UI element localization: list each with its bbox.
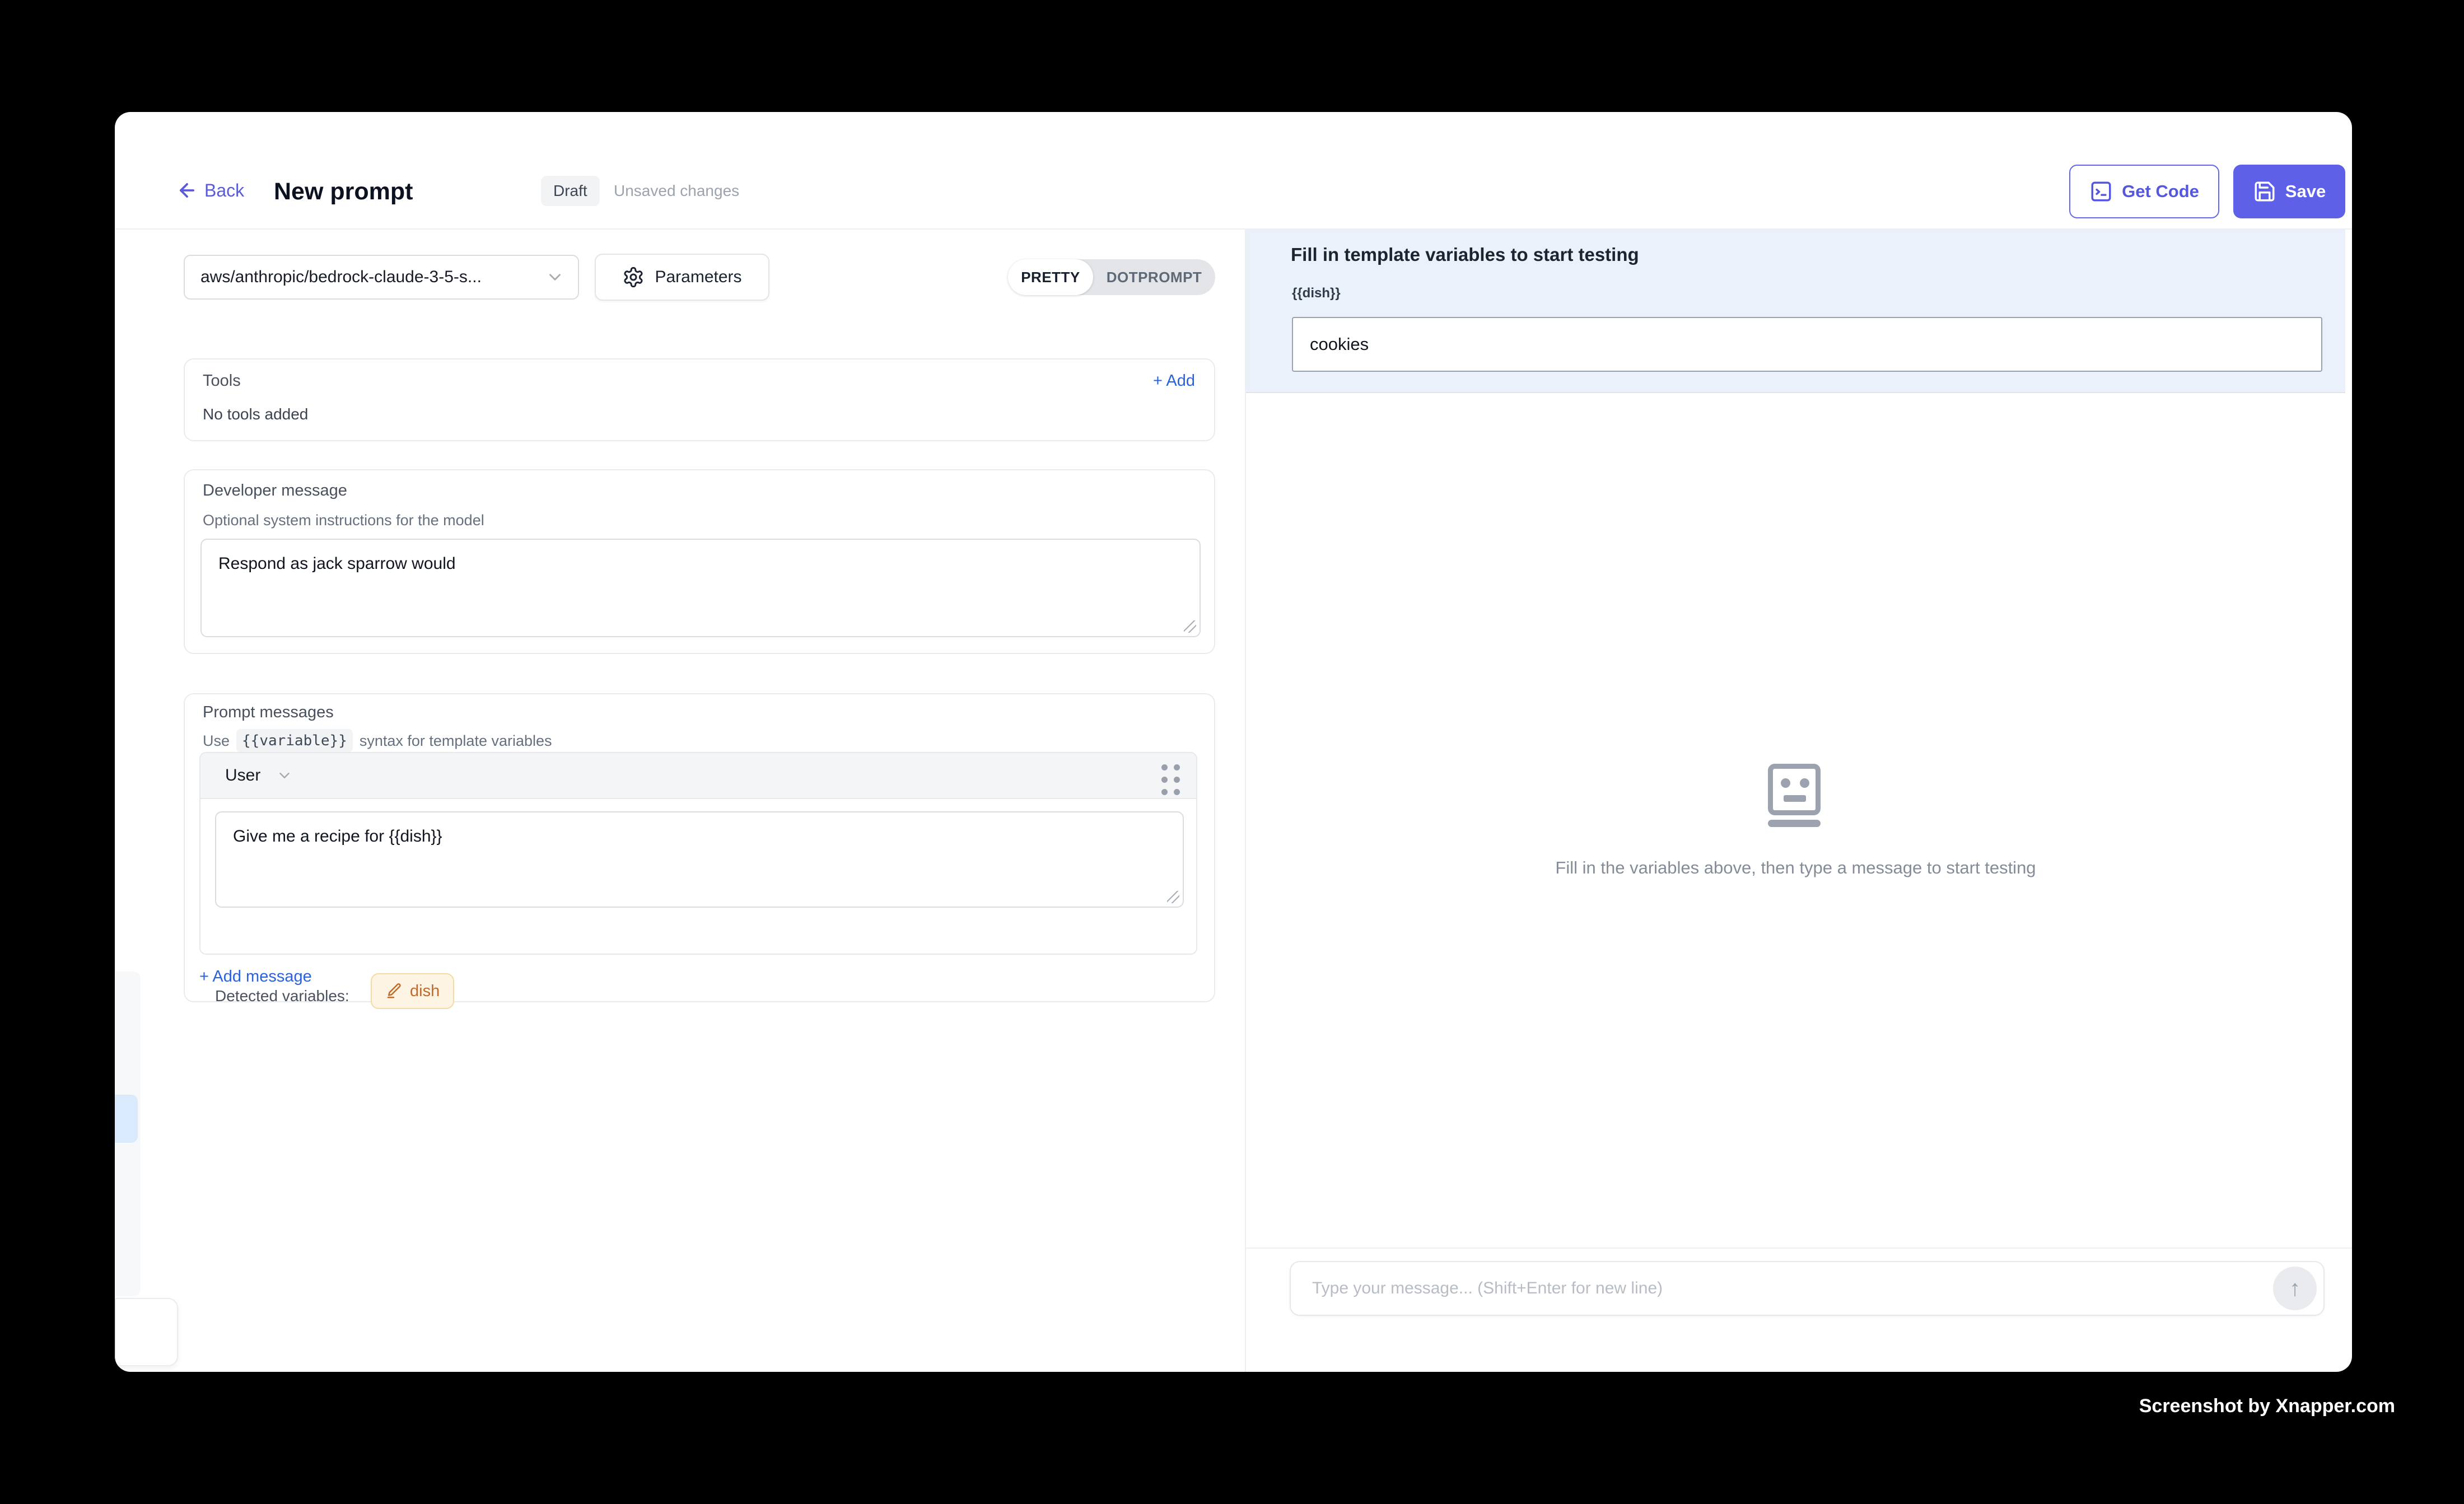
screenshot-canvas: Back New prompt Draft Unsaved changes Ge… xyxy=(0,0,2464,1504)
drag-handle-icon[interactable] xyxy=(1161,764,1182,797)
resize-handle-icon[interactable] xyxy=(1184,620,1196,633)
chevron-down-icon xyxy=(545,268,564,287)
variable-syntax-chip: {{variable}} xyxy=(236,729,353,753)
pencil-icon xyxy=(385,983,402,999)
back-button[interactable]: Back xyxy=(176,175,244,206)
watermark-text: Screenshot by Xnapper.com xyxy=(2139,1395,2395,1417)
arrow-left-icon xyxy=(176,180,198,201)
dish-variable-label: {{dish}} xyxy=(1292,286,1341,301)
robot-face-icon xyxy=(1768,764,1821,815)
status-badge: Draft xyxy=(541,176,600,206)
save-icon xyxy=(2253,180,2276,203)
model-select-value: aws/anthropic/bedrock-claude-3-5-s... xyxy=(200,268,482,287)
arrow-up-icon: ↑ xyxy=(2289,1277,2300,1300)
developer-message-field-wrap: Respond as jack sparrow would xyxy=(200,539,1201,637)
tools-title: Tools xyxy=(203,372,241,390)
resize-handle-icon[interactable] xyxy=(1167,891,1179,903)
parameters-button[interactable]: Parameters xyxy=(595,254,769,301)
developer-message-card: Developer message Optional system instru… xyxy=(184,469,1215,654)
developer-message-title: Developer message xyxy=(203,482,347,500)
chat-message-input[interactable] xyxy=(1291,1263,2273,1314)
unsaved-changes-text: Unsaved changes xyxy=(614,176,739,206)
message-block: User Give me a recipe for {{dish}} Detec… xyxy=(199,752,1197,955)
get-code-label: Get Code xyxy=(2122,181,2199,202)
save-label: Save xyxy=(2285,181,2326,202)
panel-divider xyxy=(1245,230,1246,1372)
hint-prefix: Use xyxy=(203,732,230,750)
send-button[interactable]: ↑ xyxy=(2273,1267,2317,1310)
parameters-label: Parameters xyxy=(655,268,741,287)
test-panel-title: Fill in template variables to start test… xyxy=(1291,244,1639,265)
chat-input-container: ↑ xyxy=(1290,1261,2325,1316)
app-window: Back New prompt Draft Unsaved changes Ge… xyxy=(115,112,2352,1372)
prompt-messages-hint: Use {{variable}} syntax for template var… xyxy=(203,729,552,753)
tools-empty-text: No tools added xyxy=(203,405,308,423)
message-field-wrap: Give me a recipe for {{dish}} xyxy=(215,811,1184,908)
gear-icon xyxy=(622,266,645,288)
view-mode-toggle: PRETTY DOTPROMPT xyxy=(1008,259,1215,295)
sidebar-selected-item[interactable] xyxy=(115,1095,138,1143)
message-header: User xyxy=(200,753,1196,799)
dish-variable-input[interactable] xyxy=(1292,317,2322,372)
tools-card: Tools + Add No tools added xyxy=(184,358,1215,441)
robot-base-icon xyxy=(1768,820,1821,827)
chevron-down-icon[interactable] xyxy=(276,767,293,784)
add-message-button[interactable]: + Add message xyxy=(199,968,312,986)
add-tool-button[interactable]: + Add xyxy=(1153,372,1195,390)
page-title: New prompt xyxy=(274,176,413,207)
get-code-button[interactable]: Get Code xyxy=(2069,165,2219,218)
prompt-messages-title: Prompt messages xyxy=(203,703,334,722)
model-select[interactable]: aws/anthropic/bedrock-claude-3-5-s... xyxy=(184,255,579,300)
variable-badge-dish[interactable]: dish xyxy=(371,973,454,1009)
variable-badge-label: dish xyxy=(410,982,440,1001)
developer-message-textarea[interactable]: Respond as jack sparrow would xyxy=(200,539,1201,637)
detected-variables-label: Detected variables: xyxy=(215,987,349,1005)
chat-input-divider xyxy=(1246,1248,2352,1249)
developer-message-subtitle: Optional system instructions for the mod… xyxy=(203,512,484,529)
terminal-icon xyxy=(2089,180,2113,203)
message-textarea[interactable]: Give me a recipe for {{dish}} xyxy=(215,811,1184,908)
corner-popover xyxy=(115,1298,178,1366)
save-button[interactable]: Save xyxy=(2233,165,2345,218)
hint-suffix: syntax for template variables xyxy=(360,732,552,750)
toggle-dotprompt[interactable]: DOTPROMPT xyxy=(1093,259,1215,295)
toggle-pretty[interactable]: PRETTY xyxy=(1008,259,1093,295)
role-select-value[interactable]: User xyxy=(225,766,260,785)
back-label: Back xyxy=(204,180,244,201)
empty-state-text: Fill in the variables above, then type a… xyxy=(1246,858,2345,878)
